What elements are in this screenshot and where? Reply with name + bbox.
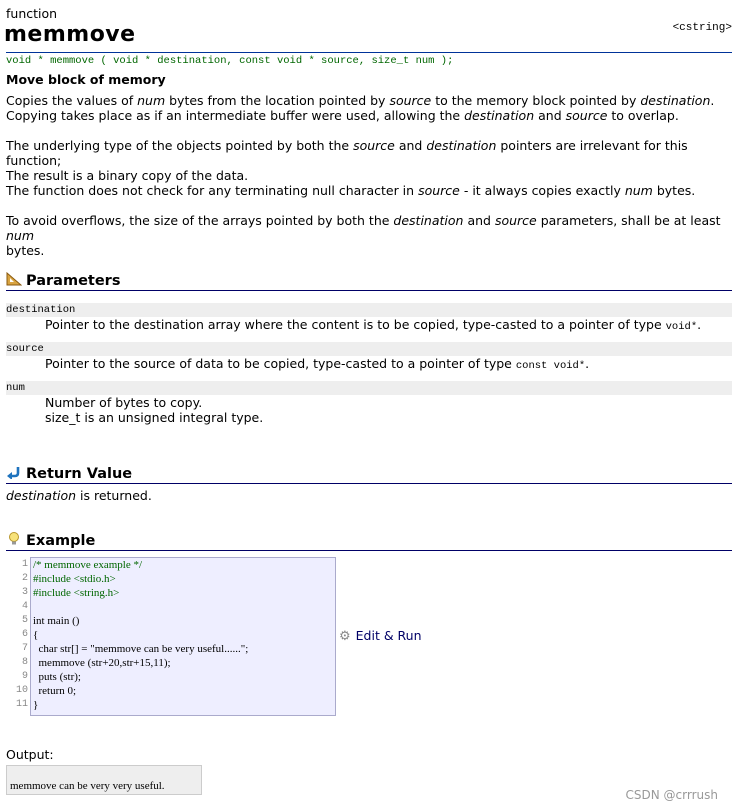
code-line: memmove (str+20,str+15,11); (33, 657, 171, 669)
description-paragraph-2: The underlying type of the objects point… (6, 138, 688, 183)
code-line: #include <string.h> (33, 587, 120, 599)
return-arrow-icon (7, 467, 20, 479)
line-number: 3 (21, 587, 28, 598)
output-box: memmove can be very very useful. (6, 765, 202, 795)
gear-icon: ⚙ (339, 629, 351, 644)
param-desc-source: Pointer to the source of data to be copi… (45, 356, 590, 372)
ruler-triangle-icon (6, 272, 22, 286)
line-number: 7 (21, 643, 28, 654)
output-label: Output: (6, 747, 54, 762)
line-number: 6 (21, 629, 28, 640)
param-desc-num: Number of bytes to copy. size_t is an un… (45, 395, 264, 425)
line-number: 11 (15, 699, 28, 710)
param-name-num: num (6, 381, 732, 395)
line-number: 4 (21, 601, 28, 612)
entity-kind: function (6, 6, 58, 21)
return-value-text: destination is returned. (6, 488, 152, 503)
line-number: 10 (15, 685, 28, 696)
line-number: 2 (21, 573, 28, 584)
line-number-gutter: 1 2 3 4 5 6 7 8 9 10 11 (6, 558, 28, 712)
page-title: memmove (4, 22, 136, 47)
code-line: } (33, 699, 39, 711)
lightbulb-icon (9, 532, 19, 545)
description-paragraph-1: Copies the values of num bytes from the … (6, 93, 715, 123)
code-line: int main () (33, 615, 80, 627)
param-name-source: source (6, 342, 732, 356)
code-line: puts (str); (33, 671, 81, 683)
code-line: /* memmove example */ (33, 559, 143, 571)
header-file-link[interactable]: <cstring> (673, 22, 732, 34)
line-number: 1 (21, 559, 28, 570)
watermark: CSDN @crrrush (625, 788, 718, 802)
description-paragraph-3: The function does not check for any term… (6, 183, 696, 198)
code-line: char str[] = "memmove can be very useful… (33, 643, 249, 655)
line-number: 5 (21, 615, 28, 626)
example-heading: Example (6, 532, 732, 551)
parameters-heading: Parameters (6, 272, 732, 291)
code-line: return 0; (33, 685, 77, 697)
line-number: 8 (21, 657, 28, 668)
brief-description: Move block of memory (6, 72, 166, 87)
code-line: { (33, 629, 39, 641)
line-number: 9 (21, 671, 28, 682)
edit-run-button[interactable]: ⚙ Edit & Run (339, 628, 422, 644)
param-desc-destination: Pointer to the destination array where t… (45, 317, 702, 333)
return-value-heading: Return Value (6, 465, 732, 484)
param-name-destination: destination (6, 303, 732, 317)
code-example[interactable]: /* memmove example */ #include <stdio.h> #… (33, 558, 248, 712)
function-prototype: void * memmove ( void * destination, con… (6, 52, 732, 67)
code-line: #include <stdio.h> (33, 573, 116, 585)
description-paragraph-4: To avoid overflows, the size of the arra… (6, 213, 721, 258)
